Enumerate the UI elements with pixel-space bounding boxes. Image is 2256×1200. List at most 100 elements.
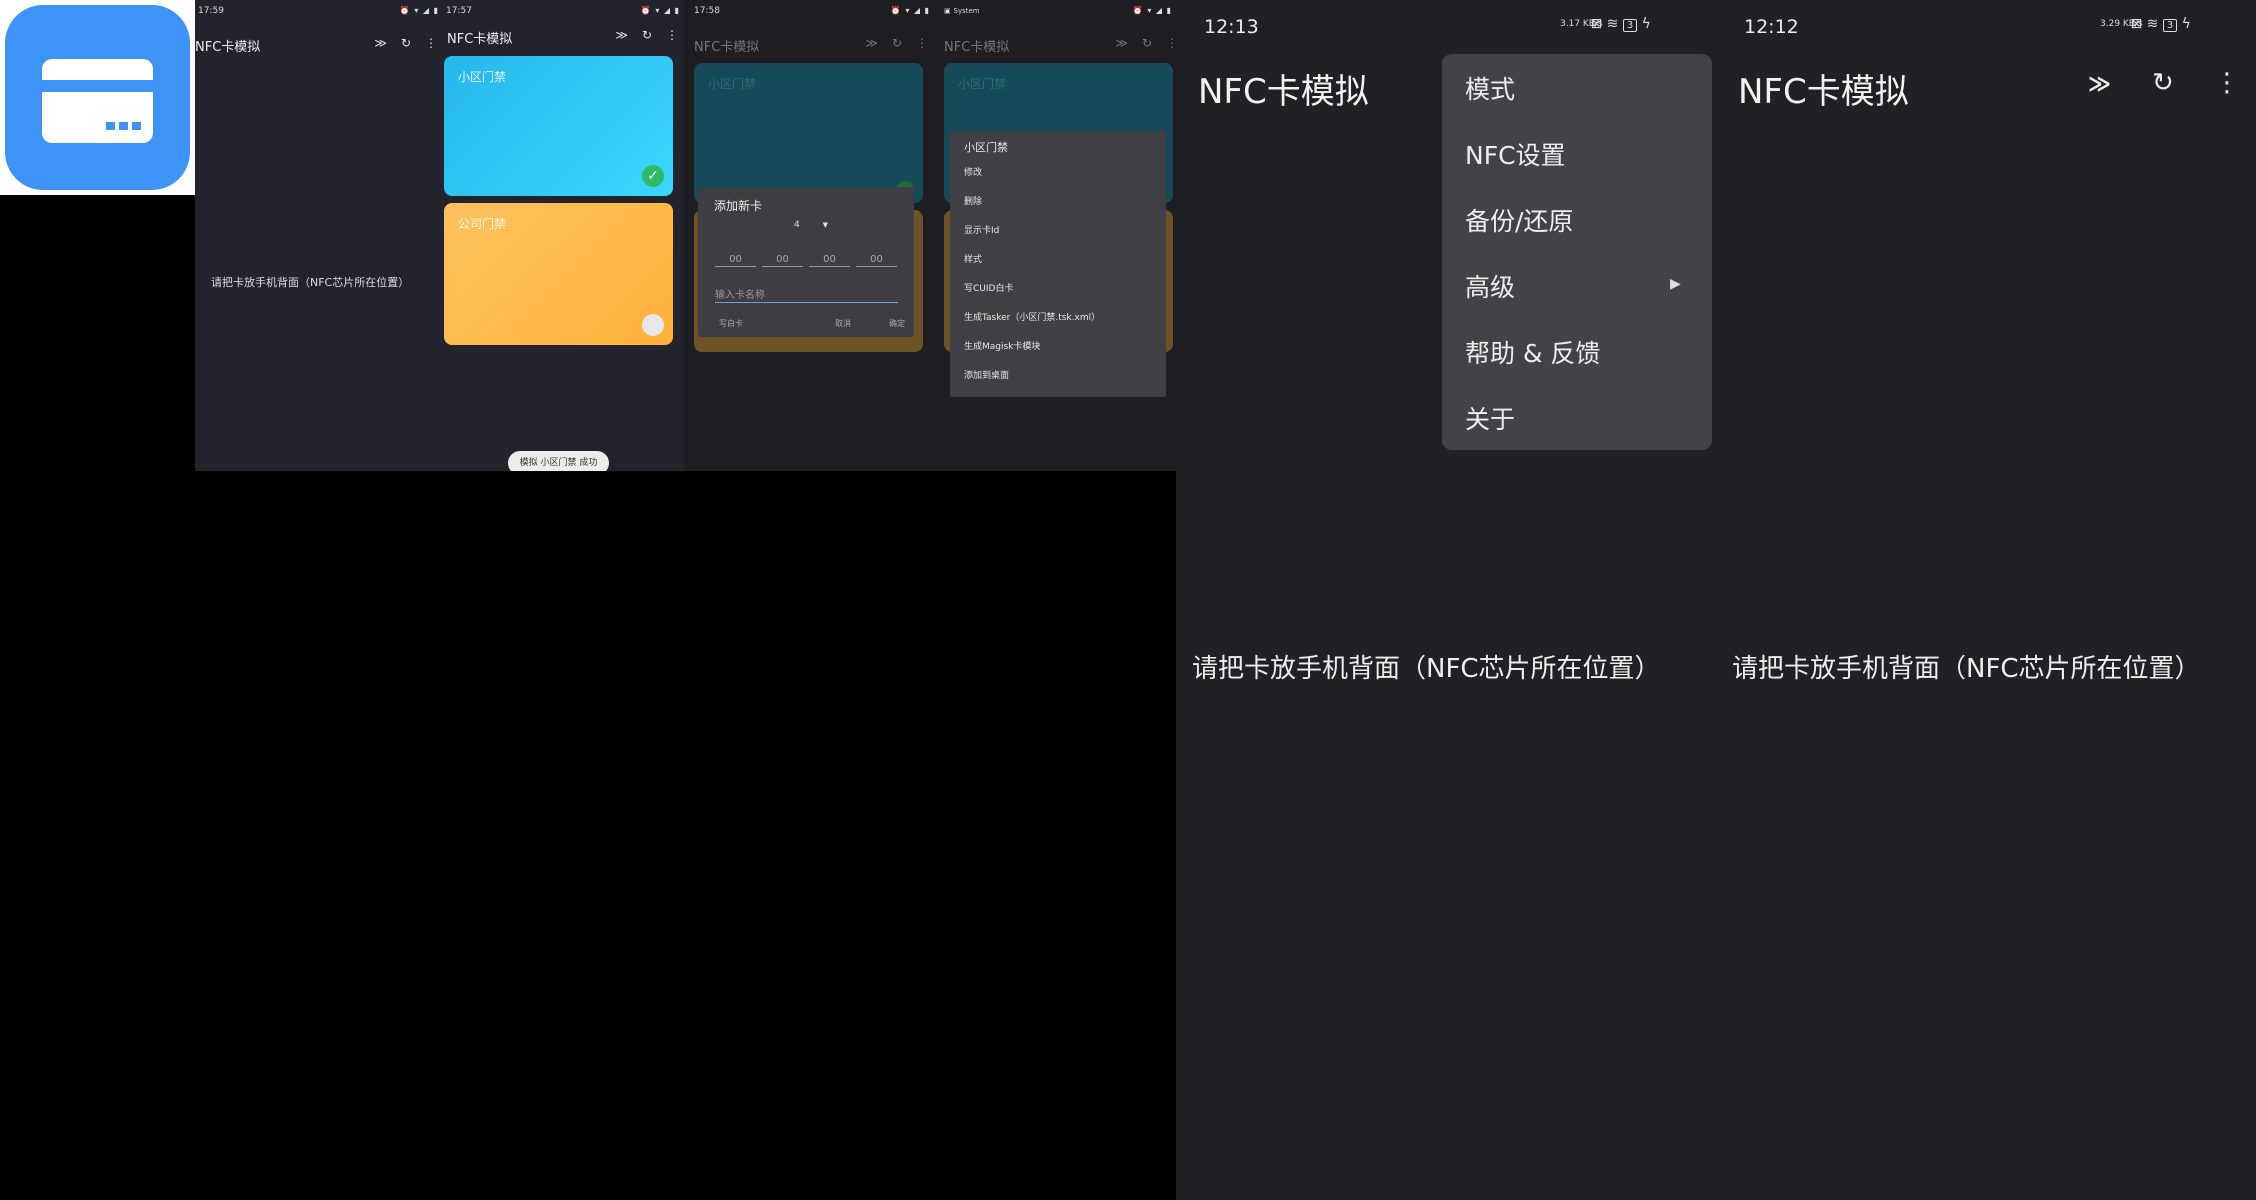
- byte-field-1[interactable]: 00: [715, 254, 756, 267]
- overflow-menu: 模式 NFC设置 备份/还原 高级 ▶ 帮助 & 反馈 关于: [1442, 54, 1712, 450]
- app-title: NFC卡模拟: [447, 32, 513, 47]
- sim-off-icon: ⊠: [2130, 16, 2143, 32]
- charging-icon: ϟ: [1641, 16, 1651, 32]
- menu-item-edit[interactable]: 修改: [950, 159, 1166, 188]
- menu-item-delete[interactable]: 删除: [950, 188, 1166, 217]
- sim-off-icon: ⊠: [1590, 16, 1603, 32]
- menu-item-mode[interactable]: 模式: [1465, 70, 1515, 106]
- nfc-hint: 请把卡放手机背面（NFC芯片所在位置）: [1732, 654, 2201, 684]
- net-speed: 3.17 KB/s: [1560, 18, 1603, 29]
- app-title: NFC卡模拟: [195, 40, 261, 55]
- screenshot-overflow-menu: 12:13 3.17 KB/s ⊠ ≋ 3 ϟ NFC卡模拟 请把卡放手机背面（…: [1176, 0, 1716, 1200]
- refresh-icon[interactable]: ↻: [2152, 68, 2174, 98]
- byte-field-2[interactable]: 00: [762, 254, 803, 267]
- net-speed: 3.29 KB/s: [2100, 18, 2143, 29]
- nfc-icon[interactable]: ≫: [1115, 36, 1128, 50]
- dialog-title: 添加新卡: [714, 199, 763, 213]
- status-icons: ⏰ ▾ ◢ ▮: [399, 6, 439, 15]
- card-label: 小区门禁: [958, 77, 1007, 91]
- write-blank-card-button[interactable]: 写白卡: [719, 318, 743, 329]
- status-time: 17:58: [694, 6, 720, 16]
- status-bar: ▣ System ⏰ ▾ ◢ ▮: [934, 0, 1176, 22]
- card-community[interactable]: 小区门禁 ✓: [444, 56, 673, 196]
- refresh-icon[interactable]: ↻: [892, 36, 902, 50]
- menu-item-generate-tasker[interactable]: 生成Tasker（小区门禁.tsk.xml）: [950, 304, 1166, 333]
- refresh-icon[interactable]: ↻: [642, 28, 652, 42]
- battery-icon: 3: [2162, 19, 2178, 32]
- app-title: NFC卡模拟: [1198, 72, 1369, 112]
- menu-item-nfc-settings[interactable]: NFC设置: [1465, 136, 1566, 172]
- card-context-menu: 小区门禁 修改 删除 显示卡Id 样式 写CUID白卡 生成Tasker（小区门…: [950, 131, 1166, 397]
- more-icon[interactable]: ⋮: [425, 36, 437, 50]
- app-title: NFC卡模拟: [694, 40, 760, 55]
- submenu-arrow-icon: ▶: [1670, 276, 1681, 292]
- nfc-icon[interactable]: ≫: [374, 36, 387, 50]
- card-label: 公司门禁: [458, 217, 507, 231]
- byte-field-3[interactable]: 00: [809, 254, 850, 267]
- status-time: 12:12: [1744, 16, 1799, 38]
- nfc-icon[interactable]: ≫: [2088, 72, 2111, 97]
- refresh-icon[interactable]: ↻: [401, 36, 411, 50]
- card-icon: [5, 5, 190, 190]
- app-bar: NFC卡模拟 ≫ ↻ ⋮: [684, 22, 934, 66]
- ok-button[interactable]: 确定: [889, 318, 905, 329]
- system-icon: ▣: [944, 7, 951, 15]
- menu-item-generate-magisk[interactable]: 生成Magisk卡模块: [950, 333, 1166, 362]
- menu-item-show-card-id[interactable]: 显示卡Id: [950, 217, 1166, 246]
- wifi-icon: ≋: [2146, 16, 2159, 32]
- menu-item-style[interactable]: 样式: [950, 246, 1166, 275]
- context-menu-title: 小区门禁: [964, 141, 1008, 154]
- menu-item-write-cuid[interactable]: 写CUID白卡: [950, 275, 1166, 304]
- app-bar: NFC卡模拟 ≫ ↻ ⋮: [443, 14, 684, 58]
- screenshot-card-context-menu: ▣ System ⏰ ▾ ◢ ▮ NFC卡模拟 ≫ ↻ ⋮ 小区门禁 小区门禁 修改…: [934, 0, 1176, 471]
- unchecked-circle-icon: [642, 314, 664, 336]
- status-label: ▣ System: [944, 7, 980, 15]
- status-icons: ⏰ ▾ ◢ ▮: [890, 6, 930, 15]
- dropdown-icon: ▼: [822, 221, 828, 229]
- menu-item-backup-restore[interactable]: 备份/还原: [1465, 202, 1573, 238]
- app-title: NFC卡模拟: [944, 40, 1010, 55]
- app-icon: [0, 0, 195, 195]
- status-bar: 17:58 ⏰ ▾ ◢ ▮: [684, 0, 934, 22]
- screenshot-home-empty: 17:59 ⏰ ▾ ◢ ▮ NFC卡模拟 ≫ ↻ ⋮ 请把卡放手机背面（NFC芯片所…: [195, 0, 443, 471]
- more-icon[interactable]: ⋮: [2214, 68, 2240, 98]
- menu-item-help-feedback[interactable]: 帮助 & 反馈: [1465, 334, 1600, 370]
- byte-field-4[interactable]: 00: [856, 254, 897, 267]
- app-title: NFC卡模拟: [1738, 72, 1909, 112]
- status-icons: 3.17 KB/s ⊠ ≋ 3 ϟ: [1560, 16, 1651, 32]
- screenshot-add-card-dialog: 17:58 ⏰ ▾ ◢ ▮ NFC卡模拟 ≫ ↻ ⋮ 小区门禁 ✓ 添加新卡 4 ▼…: [684, 0, 934, 471]
- status-icons: 3.29 KB/s ⊠ ≋ 3 ϟ: [2100, 16, 2191, 32]
- card-name-input[interactable]: 输入卡名称: [715, 286, 898, 303]
- nfc-icon[interactable]: ≫: [865, 36, 878, 50]
- nfc-icon[interactable]: ≫: [615, 28, 628, 42]
- charging-icon: ϟ: [2181, 16, 2191, 32]
- menu-item-add-to-desktop[interactable]: 添加到桌面: [950, 362, 1166, 391]
- wifi-icon: ≋: [1606, 16, 1619, 32]
- screenshot-home-large: 12:12 3.29 KB/s ⊠ ≋ 3 ϟ NFC卡模拟 ≫ ↻ ⋮ 请把卡…: [1716, 0, 2256, 1200]
- byte-count-select[interactable]: 4 ▼: [794, 220, 828, 230]
- refresh-icon[interactable]: ↻: [1142, 36, 1152, 50]
- nfc-hint: 请把卡放手机背面（NFC芯片所在位置）: [1192, 654, 1661, 684]
- status-icons: ⏰ ▾ ◢ ▮: [1132, 6, 1172, 15]
- check-icon: ✓: [642, 165, 664, 187]
- card-company[interactable]: 公司门禁: [444, 203, 673, 345]
- more-icon[interactable]: ⋮: [1166, 36, 1176, 50]
- nfc-hint: 请把卡放手机背面（NFC芯片所在位置）: [211, 276, 410, 289]
- menu-item-advanced[interactable]: 高级: [1465, 268, 1515, 304]
- cancel-button[interactable]: 取消: [835, 318, 851, 329]
- status-time: 12:13: [1204, 16, 1259, 38]
- more-icon[interactable]: ⋮: [666, 28, 678, 42]
- byte-count-value: 4: [794, 220, 800, 230]
- card-community[interactable]: 小区门禁 ✓: [694, 63, 923, 203]
- screenshot-card-list: 17:57 ⏰ ▾ ◢ ▮ NFC卡模拟 ≫ ↻ ⋮ 小区门禁 ✓ 公司门禁 模拟 …: [443, 0, 684, 471]
- more-icon[interactable]: ⋮: [916, 36, 928, 50]
- battery-icon: 3: [1622, 19, 1638, 32]
- card-label: 小区门禁: [708, 77, 757, 91]
- status-bar: 17:59 ⏰ ▾ ◢ ▮: [195, 0, 443, 22]
- menu-item-about[interactable]: 关于: [1465, 400, 1515, 436]
- card-label: 小区门禁: [458, 70, 507, 84]
- add-card-dialog: 添加新卡 4 ▼ 00 00 00 00 输入卡名称 写白卡 取消 确定: [698, 187, 914, 337]
- status-time: 17:59: [198, 6, 224, 16]
- app-bar: NFC卡模拟 ≫ ↻ ⋮: [934, 22, 1176, 66]
- app-bar: NFC卡模拟 ≫ ↻ ⋮: [195, 22, 443, 66]
